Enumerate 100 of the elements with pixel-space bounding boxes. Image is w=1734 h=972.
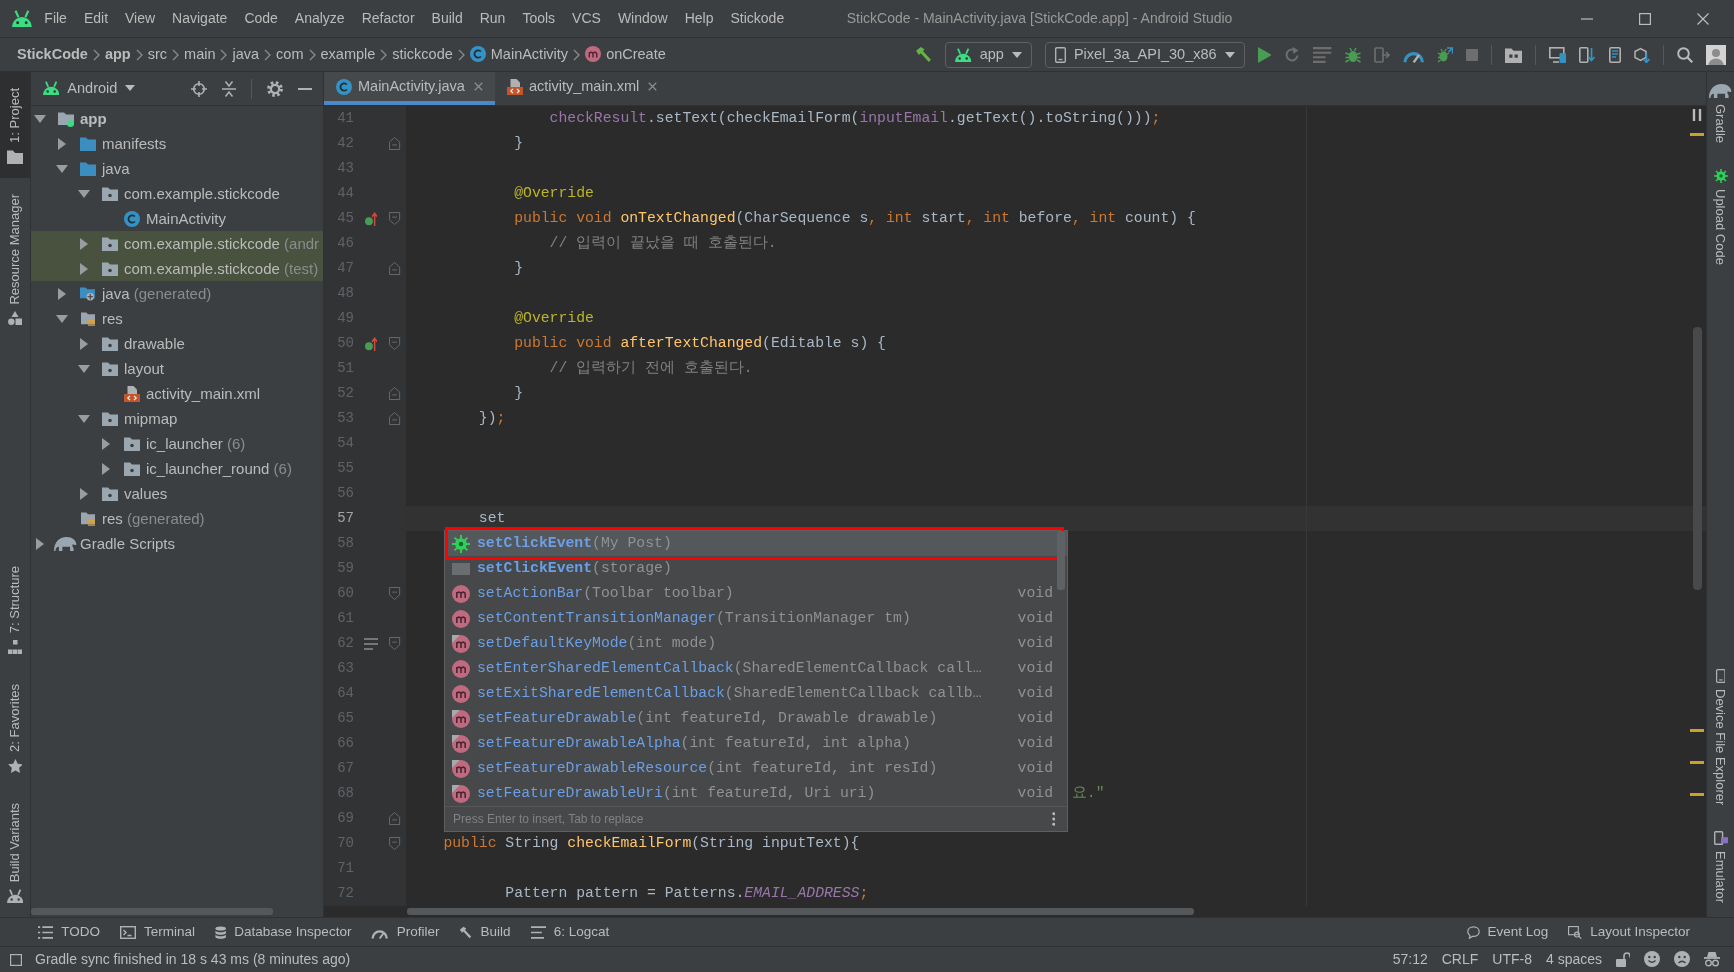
hat-glasses-icon[interactable] — [1704, 951, 1720, 968]
menu-item[interactable]: Window — [609, 10, 677, 27]
triangle-down-icon[interactable] — [34, 114, 46, 123]
tool-window-button[interactable]: Layout Inspector — [1558, 923, 1700, 941]
hammer-icon[interactable] — [915, 46, 933, 63]
phone-arrow-icon[interactable] — [1579, 46, 1596, 63]
fold-end-icon[interactable] — [389, 387, 401, 400]
editor-tab[interactable]: activity_main.xml — [494, 72, 670, 105]
tool-window-button[interactable]: Event Log — [1456, 923, 1559, 941]
menu-item[interactable]: Edit — [75, 10, 117, 27]
menu-item[interactable]: Refactor — [353, 10, 424, 27]
tool-window-button[interactable]: Build — [449, 923, 521, 941]
fold-start-icon[interactable] — [389, 212, 401, 225]
monitor-phone-icon[interactable] — [1549, 46, 1566, 63]
tree-item[interactable]: java (generated) — [31, 281, 323, 306]
completion-item[interactable]: setFeatureDrawableResource(int featureId, int resId) void — [445, 756, 1067, 781]
completion-item[interactable]: setClickEvent(storage) — [445, 556, 1067, 581]
breadcrumb-item[interactable]: java — [232, 45, 260, 64]
phone-icon[interactable] — [1609, 46, 1621, 63]
tool-window-button[interactable]: Database Inspector — [204, 923, 362, 941]
completion-item[interactable]: setFeatureDrawable(int featureId, Drawable drawable) void — [445, 706, 1067, 731]
folder-grid-icon[interactable] — [1504, 46, 1522, 63]
tool-window-tab[interactable]: Build Variants — [0, 786, 30, 917]
search-icon[interactable] — [1677, 46, 1693, 63]
triangle-right-icon[interactable] — [80, 487, 88, 500]
list-icon[interactable] — [1313, 46, 1332, 63]
tool-window-button[interactable]: Profiler — [361, 923, 450, 941]
triangle-right-icon[interactable] — [80, 337, 88, 350]
completion-item[interactable]: setDefaultKeyMode(int mode) void — [445, 631, 1067, 656]
triangle-right-icon[interactable] — [80, 237, 88, 250]
tree-item[interactable]: res — [31, 306, 323, 331]
tree-item[interactable]: com.example.stickcode — [31, 181, 323, 206]
encoding-selector[interactable]: UTF-8 — [1492, 951, 1532, 968]
tree-item[interactable]: com.example.stickcode (test) — [31, 256, 323, 281]
scrollbar-thumb[interactable] — [31, 908, 273, 915]
close-icon[interactable] — [1697, 12, 1709, 25]
breadcrumb-item[interactable]: app — [104, 45, 131, 64]
tree-item[interactable]: java — [31, 156, 323, 181]
tree-item[interactable]: activity_main.xml — [31, 381, 323, 406]
menu-item[interactable]: Tools — [513, 10, 564, 27]
scrollbar-thumb[interactable] — [1057, 531, 1065, 590]
fold-start-icon[interactable] — [389, 337, 401, 350]
menu-item[interactable]: Build — [423, 10, 472, 27]
menu-item[interactable]: Code — [235, 10, 287, 27]
close-icon[interactable] — [473, 82, 483, 91]
close-icon[interactable] — [648, 82, 658, 91]
completion-item[interactable]: setEnterSharedElementCallback(SharedElementCallback call… void — [445, 656, 1067, 681]
stop-icon[interactable] — [1465, 48, 1478, 61]
triangle-right-icon[interactable] — [102, 462, 110, 475]
tool-window-button[interactable]: 6: Logcat — [520, 923, 620, 941]
pause-icon[interactable] — [1692, 109, 1702, 121]
collapse-all-icon[interactable] — [222, 80, 236, 97]
tree-item[interactable]: mipmap — [31, 406, 323, 431]
tool-window-tab[interactable]: Resource Manager — [0, 177, 30, 340]
tool-window-tab[interactable]: Device File Explorer — [1707, 656, 1734, 819]
more-icon[interactable] — [1051, 812, 1055, 826]
caret-position[interactable]: 57:12 — [1392, 951, 1428, 968]
breadcrumb-item[interactable]: com — [276, 45, 304, 64]
menu-item[interactable]: VCS — [563, 10, 610, 27]
minimize-icon[interactable] — [1581, 17, 1593, 20]
completion-item[interactable]: setActionBar(Toolbar toolbar) void — [445, 581, 1067, 606]
triangle-down-icon[interactable] — [56, 164, 68, 173]
editor-tab[interactable]: MainActivity.java — [324, 72, 495, 105]
padlock-icon[interactable] — [1616, 952, 1630, 967]
smiley-icon[interactable] — [1644, 951, 1660, 968]
play-icon[interactable] — [1257, 46, 1272, 63]
view-dropdown[interactable]: Android — [43, 79, 136, 98]
tree-item[interactable]: res (generated) — [31, 506, 323, 531]
tree-item[interactable]: values — [31, 481, 323, 506]
indent-selector[interactable]: 4 spaces — [1545, 951, 1602, 968]
menu-item[interactable]: View — [116, 10, 164, 27]
crosshair-icon[interactable] — [191, 80, 207, 97]
tool-window-tab[interactable]: 7: Structure — [0, 549, 30, 668]
bug-icon[interactable] — [1344, 46, 1361, 63]
breadcrumb-item[interactable]: example — [320, 45, 376, 64]
fold-end-icon[interactable] — [389, 262, 401, 275]
scrollbar-thumb[interactable] — [407, 908, 1194, 915]
menu-item[interactable]: Navigate — [163, 10, 236, 27]
phone-arrow-icon[interactable] — [1373, 46, 1390, 63]
fold-end-icon[interactable] — [389, 137, 401, 150]
completion-item[interactable]: setContentTransitionManager(TransitionManager tm) void — [445, 606, 1067, 631]
scrollbar-thumb[interactable] — [1693, 327, 1702, 590]
fold-start-icon[interactable] — [389, 837, 401, 850]
tree-item[interactable]: manifests — [31, 131, 323, 156]
tree-item[interactable]: com.example.stickcode (andr — [31, 231, 323, 256]
tool-window-tab[interactable]: 2: Favorites — [0, 667, 30, 787]
sad-face-icon[interactable] — [1674, 951, 1690, 968]
tree-item[interactable]: layout — [31, 356, 323, 381]
breadcrumb-item[interactable]: stickcode — [392, 45, 453, 64]
run-config-dropdown[interactable]: app — [945, 41, 1032, 68]
triangle-right-icon[interactable] — [36, 537, 44, 550]
triangle-down-icon[interactable] — [78, 189, 90, 198]
breadcrumb-item[interactable]: MainActivity — [469, 45, 569, 64]
tree-item[interactable]: Gradle Scripts — [31, 531, 323, 556]
tree-item[interactable]: ic_launcher_round (6) — [31, 456, 323, 481]
breadcrumb-item[interactable]: src — [147, 45, 168, 64]
user-icon[interactable] — [1706, 44, 1726, 65]
maximize-icon[interactable] — [1639, 12, 1651, 25]
tree-item[interactable]: drawable — [31, 331, 323, 356]
tool-window-tab[interactable]: 1: Project — [0, 72, 30, 178]
